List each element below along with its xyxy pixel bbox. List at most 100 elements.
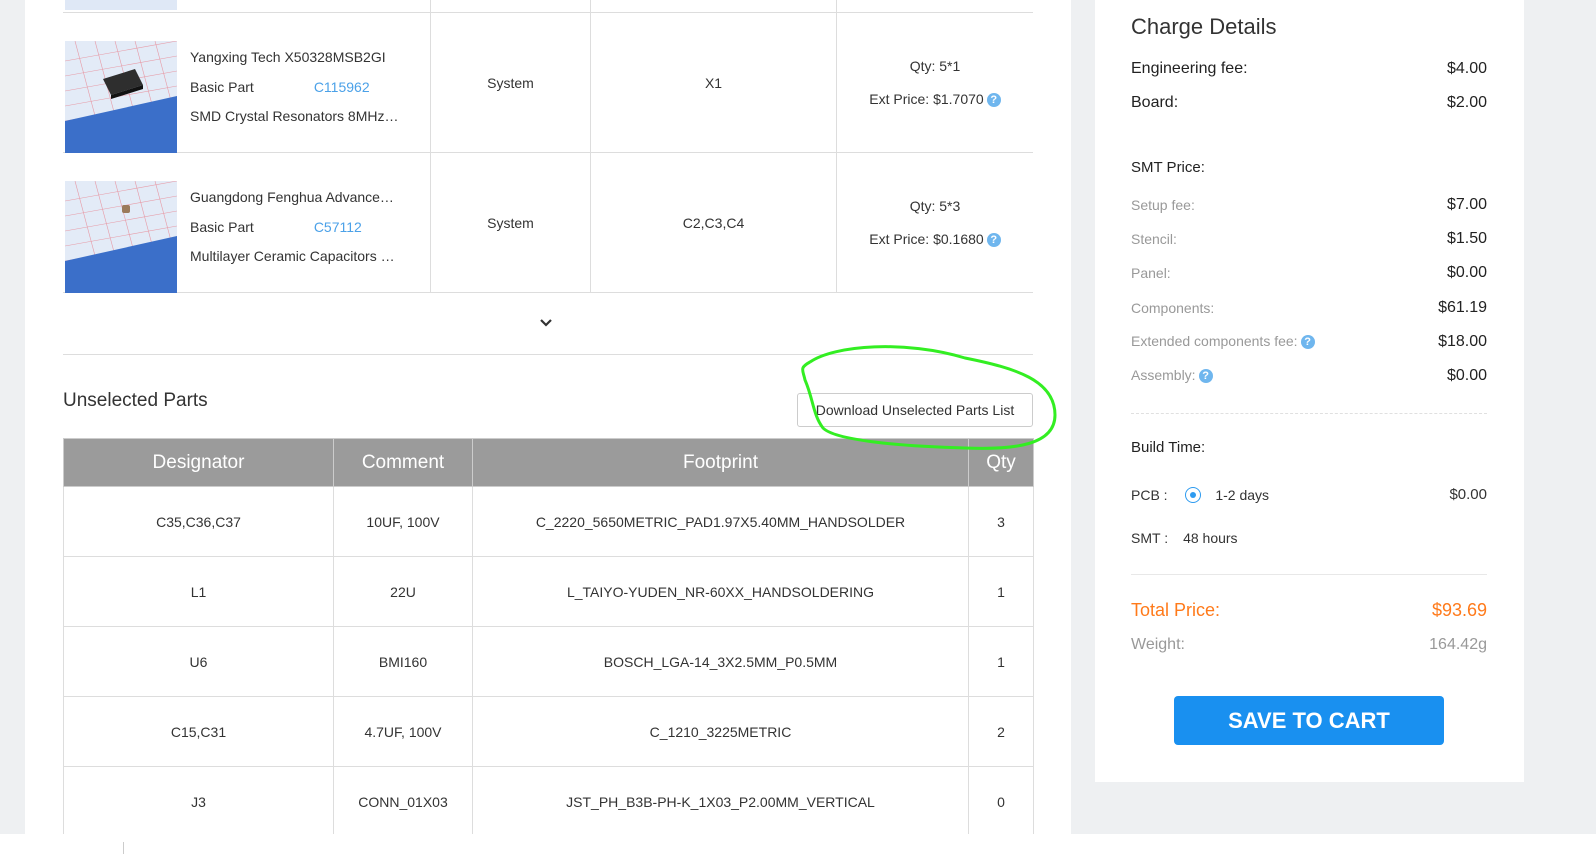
- board-value: $2.00: [1446, 94, 1487, 111]
- part-info: Guangdong Fenghua Advance… Basic Part C57…: [190, 183, 395, 272]
- part-ext-price: Ext Price: $1.7070: [869, 90, 984, 107]
- part-thumbnail: [65, 41, 177, 153]
- comment-cell: 4.7UF, 100V: [333, 696, 473, 767]
- chevron-down-icon[interactable]: [537, 314, 555, 332]
- part-manufacturer: Yangxing Tech X50328MSB2GI: [190, 49, 386, 65]
- pcb-build-time-row: PCB : 1-2 days $0.00: [1131, 486, 1487, 503]
- unselected-parts-table: Designator Comment Footprint Qty C35,C36…: [63, 438, 1034, 834]
- comment-cell: BMI160: [333, 626, 473, 697]
- part-info: Yangxing Tech X50328MSB2GI Basic Part C11…: [190, 43, 399, 132]
- help-icon[interactable]: ?: [986, 92, 1001, 107]
- assembly-label: Assembly:: [1131, 367, 1196, 383]
- part-designator: X1: [590, 13, 836, 152]
- footprint-cell: BOSCH_LGA-14_3X2.5MM_P0.5MM: [472, 626, 969, 697]
- weight-row: Weight: 164.42g: [1131, 636, 1487, 654]
- total-price-value: $93.69: [1431, 600, 1487, 620]
- qty-cell: 1: [968, 556, 1034, 627]
- designator-cell: C15,C31: [63, 696, 334, 767]
- column-header-footprint[interactable]: Footprint: [472, 438, 969, 487]
- unselected-parts-title: Unselected Parts: [63, 390, 208, 411]
- divider: [1131, 413, 1487, 414]
- part-thumbnail: [65, 181, 177, 293]
- divider: [1131, 574, 1487, 575]
- total-price-row: Total Price: $93.69: [1131, 600, 1487, 621]
- part-type: Basic Part: [190, 218, 254, 235]
- divider: [63, 354, 1033, 355]
- help-icon[interactable]: ?: [1198, 369, 1213, 383]
- table-row: L1 22U L_TAIYO-YUDEN_NR-60XX_HANDSOLDERI…: [63, 556, 1034, 627]
- weight-value: 164.42g: [1429, 636, 1487, 653]
- save-to-cart-button[interactable]: SAVE TO CART: [1174, 696, 1444, 745]
- extended-components-fee-label: Extended components fee:: [1131, 333, 1298, 349]
- part-price: Qty: 5*3 Ext Price: $0.1680?: [836, 153, 1033, 292]
- smt-build-value: 48 hours: [1183, 530, 1238, 546]
- comment-cell: CONN_01X03: [333, 766, 473, 834]
- part-source: System: [430, 153, 590, 292]
- qty-cell: 1: [968, 626, 1034, 697]
- part-designator: C2,C3,C4: [590, 153, 836, 292]
- setup-fee-value: $7.00: [1446, 196, 1487, 213]
- setup-fee-label: Setup fee:: [1131, 197, 1195, 213]
- part-description: Multilayer Ceramic Capacitors …: [190, 248, 395, 264]
- part-manufacturer: Guangdong Fenghua Advance…: [190, 189, 394, 205]
- part-source: System: [430, 13, 590, 152]
- column-header-designator[interactable]: Designator: [63, 438, 334, 487]
- stencil-label: Stencil:: [1131, 231, 1177, 247]
- panel-value: $0.00: [1446, 264, 1487, 281]
- assembly-value: $0.00: [1446, 367, 1487, 384]
- charge-details-title: Charge Details: [1131, 14, 1277, 39]
- pcb-radio-1-2-days[interactable]: [1185, 486, 1202, 503]
- help-icon[interactable]: ?: [986, 232, 1001, 247]
- footprint-cell: C_1210_3225METRIC: [472, 696, 969, 767]
- table-row: U6 BMI160 BOSCH_LGA-14_3X2.5MM_P0.5MM 1: [63, 626, 1034, 697]
- lcsc-part-link[interactable]: C57112: [314, 219, 362, 235]
- build-time-heading: Build Time:: [1131, 439, 1206, 456]
- pcb-option-label[interactable]: 1-2 days: [1215, 487, 1269, 503]
- divider: [123, 842, 124, 854]
- download-unselected-parts-button[interactable]: Download Unselected Parts List: [797, 393, 1033, 427]
- footprint-cell: JST_PH_B3B-PH-K_1X03_P2.00MM_VERTICAL: [472, 766, 969, 834]
- designator-cell: L1: [63, 556, 334, 627]
- weight-label: Weight:: [1131, 636, 1185, 653]
- designator-cell: J3: [63, 766, 334, 834]
- footprint-cell: L_TAIYO-YUDEN_NR-60XX_HANDSOLDERING: [472, 556, 969, 627]
- stencil-row: Stencil: $1.50: [1131, 230, 1487, 248]
- main-panel: Yangxing Tech X50328MSB2GI Basic Part C11…: [25, 0, 1071, 834]
- smt-price-heading: SMT Price:: [1131, 159, 1205, 176]
- comment-cell: 22U: [333, 556, 473, 627]
- part-row: Guangdong Fenghua Advance… Basic Part C57…: [63, 153, 1033, 293]
- smt-build-time-row: SMT : 48 hours: [1131, 530, 1487, 546]
- part-type: Basic Part: [190, 78, 254, 95]
- components-label: Components:: [1131, 300, 1215, 316]
- board-row: Board: $2.00: [1131, 94, 1487, 112]
- help-icon[interactable]: ?: [1300, 335, 1315, 349]
- smt-label: SMT :: [1131, 530, 1169, 546]
- part-qty: Qty: 5*1: [909, 57, 961, 74]
- column-header-qty[interactable]: Qty: [968, 438, 1034, 487]
- lcsc-part-link[interactable]: C115962: [314, 79, 370, 95]
- table-header-row: Designator Comment Footprint Qty: [63, 438, 1034, 487]
- components-value: $61.19: [1438, 299, 1487, 316]
- qty-cell: 3: [968, 486, 1034, 557]
- table-row: J3 CONN_01X03 JST_PH_B3B-PH-K_1X03_P2.00…: [63, 766, 1034, 834]
- extended-components-fee-row: Extended components fee:? $18.00: [1131, 333, 1487, 351]
- charge-details-panel: Charge Details Engineering fee: $4.00 Bo…: [1095, 0, 1524, 782]
- engineering-fee-row: Engineering fee: $4.00: [1131, 60, 1487, 78]
- engineering-fee-value: $4.00: [1446, 60, 1487, 77]
- qty-cell: 2: [968, 696, 1034, 767]
- part-ext-price: Ext Price: $0.1680: [869, 230, 984, 247]
- pcb-label: PCB :: [1131, 486, 1168, 503]
- designator-cell: C35,C36,C37: [63, 486, 334, 557]
- table-row: C35,C36,C37 10UF, 100V C_2220_5650METRIC…: [63, 486, 1034, 557]
- footprint-cell: C_2220_5650METRIC_PAD1.97X5.40MM_HANDSOL…: [472, 486, 969, 557]
- column-header-comment[interactable]: Comment: [333, 438, 473, 487]
- table-row: C15,C31 4.7UF, 100V C_1210_3225METRIC 2: [63, 696, 1034, 767]
- qty-cell: 0: [968, 766, 1034, 834]
- designator-cell: U6: [63, 626, 334, 697]
- panel-row: Panel: $0.00: [1131, 264, 1487, 282]
- components-row: Components: $61.19: [1131, 299, 1487, 317]
- part-qty: Qty: 5*3: [909, 197, 961, 214]
- panel-label: Panel:: [1131, 265, 1171, 281]
- pcb-build-value: $0.00: [1449, 486, 1487, 503]
- part-row: Yangxing Tech X50328MSB2GI Basic Part C11…: [63, 13, 1033, 153]
